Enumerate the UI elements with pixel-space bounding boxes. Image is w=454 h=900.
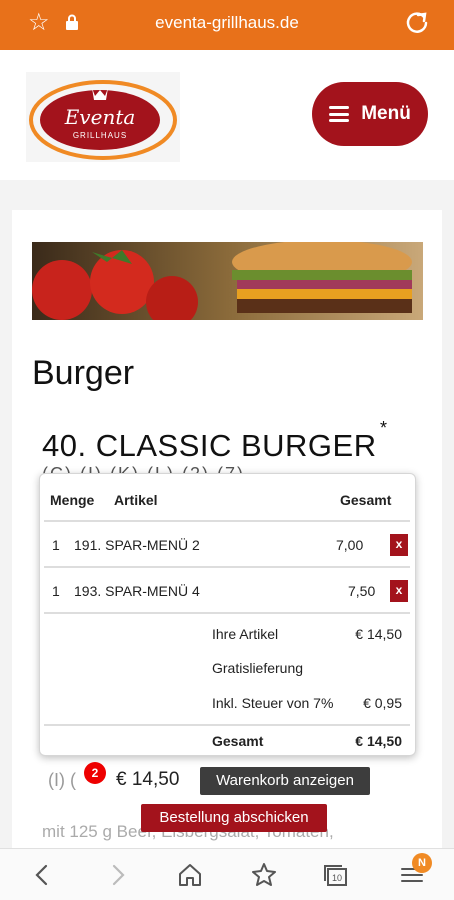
reload-icon[interactable]	[404, 9, 430, 35]
eventa-logo[interactable]: Eventa GRILLHAUS	[26, 72, 180, 162]
table-row: 1 191. SPAR-MENÜ 2 7,00 x	[44, 522, 410, 568]
remove-item-button[interactable]: x	[390, 580, 408, 602]
tax-value: € 0,95	[363, 695, 402, 711]
product-footnote-star: *	[380, 418, 388, 438]
cart-header-row: Menge Artikel Gesamt	[44, 474, 410, 522]
browser-toolbar: ☆ eventa-grillhaus.de	[0, 0, 454, 50]
row-name: 191. SPAR-MENÜ 2	[74, 537, 200, 553]
menu-button[interactable]: Menü	[312, 82, 428, 146]
row-price: 7,00	[336, 537, 364, 553]
row-name: 193. SPAR-MENÜ 4	[74, 583, 200, 599]
show-cart-button[interactable]: Warenkorb anzeigen	[200, 767, 370, 795]
cart-total-row: Gesamt € 14,50	[44, 724, 410, 754]
category-title: Burger	[32, 354, 135, 392]
row-qty: 1	[52, 583, 60, 599]
hamburger-icon	[329, 106, 350, 122]
site-header: Eventa GRILLHAUS Menü	[0, 50, 454, 180]
cart-popup: Menge Artikel Gesamt 1 191. SPAR-MENÜ 2 …	[39, 473, 416, 756]
table-row: 1 193. SPAR-MENÜ 4 7,50 x	[44, 568, 410, 614]
row-qty: 1	[52, 537, 60, 553]
allergen-fragment: (I) (	[48, 770, 76, 790]
total-label: Gesamt	[212, 733, 264, 749]
svg-text:GRILLHAUS: GRILLHAUS	[73, 131, 127, 140]
tabs-count: 10	[332, 873, 342, 883]
burger-banner-image	[32, 242, 423, 320]
cart-bar-total: € 14,50	[116, 769, 180, 790]
url-bar[interactable]: eventa-grillhaus.de	[0, 13, 454, 33]
product-title: 40. CLASSIC BURGER	[42, 428, 377, 463]
items-label: Ihre Artikel	[212, 626, 279, 642]
items-value: € 14,50	[355, 626, 402, 642]
delivery-label: Gratislieferung	[212, 660, 304, 676]
remove-item-button[interactable]: x	[390, 534, 408, 556]
total-value: € 14,50	[355, 733, 402, 749]
forward-icon[interactable]	[104, 861, 132, 889]
menu-button-label: Menü	[361, 103, 411, 124]
menu-notification-badge: N	[412, 853, 432, 873]
col-item: Artikel	[114, 492, 158, 508]
home-icon[interactable]	[176, 861, 204, 889]
browser-bottom-nav: 10 N	[0, 848, 454, 900]
row-price: 7,50	[348, 583, 376, 599]
col-total: Gesamt	[340, 492, 392, 508]
tabs-icon[interactable]: 10	[322, 861, 350, 889]
submit-order-button[interactable]: Bestellung abschicken	[141, 804, 327, 832]
tax-label: Inkl. Steuer von 7%	[212, 695, 334, 711]
col-qty: Menge	[50, 492, 95, 508]
back-icon[interactable]	[28, 861, 56, 889]
bookmarks-star-icon[interactable]	[250, 861, 278, 889]
cart-count-badge: 2	[84, 762, 106, 784]
svg-text:Eventa: Eventa	[64, 105, 136, 129]
